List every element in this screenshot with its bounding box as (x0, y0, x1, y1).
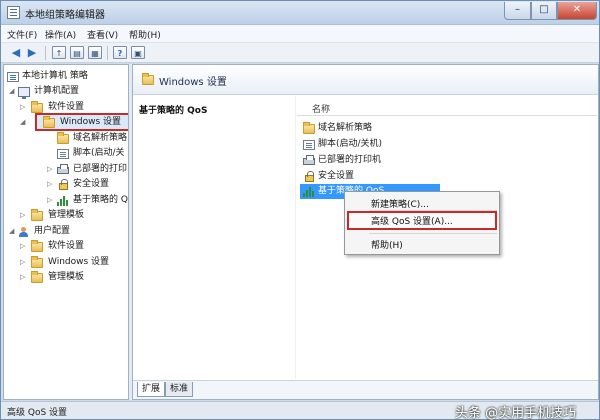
menu-separator (369, 233, 497, 234)
menu-item-advanced-qos[interactable]: 高级 QoS 设置(A)... (371, 214, 453, 227)
toolbar-separator (107, 46, 108, 60)
tree-item-dns-policy[interactable]: 域名解析策略 (7, 131, 127, 146)
folder-icon (43, 116, 55, 128)
folder-icon (57, 132, 69, 144)
folder-icon (31, 240, 43, 252)
tree-item-admin-templates[interactable]: ▷ 管理模板 (7, 208, 127, 223)
collapse-icon[interactable]: ◢ (20, 119, 27, 126)
folder-icon (31, 209, 43, 221)
folder-icon (142, 73, 154, 85)
tree-pane: 本地计算机 策略 ◢ 计算机配置 ▷ 软件设置 ◢ Windows 设置 域名解… (3, 64, 129, 400)
expand-icon[interactable]: ▷ (20, 274, 27, 281)
qos-chart-icon (303, 187, 315, 197)
tree-item-printers[interactable]: ▷ 已部署的打印 (7, 162, 127, 177)
folder-icon (303, 122, 315, 134)
toolbar: ◀ ▶ ↑ ▤ ▦ ? ▣ (1, 43, 599, 63)
expand-icon[interactable]: ▷ (47, 181, 54, 188)
status-text: 高级 QoS 设置 (7, 408, 68, 418)
menu-view[interactable]: 查看(V) (87, 28, 118, 41)
printer-icon (303, 155, 315, 165)
menu-item-new-policy[interactable]: 新建策略(C)... (371, 197, 429, 210)
up-folder-icon[interactable]: ↑ (52, 46, 66, 59)
script-icon (57, 149, 69, 159)
list-item-dns-policy[interactable]: 域名解析策略 (300, 121, 440, 136)
properties-icon[interactable]: ▣ (131, 46, 145, 59)
tree-item-security[interactable]: ▷ 安全设置 (7, 177, 127, 192)
tree-item-root[interactable]: 本地计算机 策略 (7, 69, 127, 84)
expand-icon[interactable]: ▷ (20, 243, 27, 250)
tab-standard[interactable]: 标准 (165, 382, 194, 397)
details-header: Windows 设置 (133, 65, 598, 95)
expand-icon[interactable]: ▷ (20, 259, 27, 266)
tab-extended[interactable]: 扩展 (137, 382, 166, 397)
close-button[interactable]: ✕ (557, 2, 597, 20)
collapse-icon[interactable]: ◢ (9, 88, 16, 95)
menu-file[interactable]: 文件(F) (7, 28, 37, 41)
folder-icon (31, 271, 43, 283)
tree-item-qos[interactable]: ▷ 基于策略的 Q (7, 193, 128, 208)
window-title: 本地组策略编辑器 (25, 10, 105, 21)
show-tree-icon[interactable]: ▤ (70, 46, 84, 59)
tree-item-user-config[interactable]: ◢ 用户配置 (7, 224, 127, 239)
app-icon (7, 6, 20, 19)
menu-bar: 文件(F) 操作(A) 查看(V) 帮助(H) (1, 25, 599, 43)
list-item-scripts[interactable]: 脚本(启动/关机) (300, 137, 440, 152)
expand-icon[interactable]: ▷ (47, 166, 54, 173)
list-item-security[interactable]: 安全设置 (300, 169, 440, 184)
script-icon (303, 140, 315, 150)
collapse-icon[interactable]: ◢ (9, 228, 16, 235)
divider (295, 96, 296, 379)
lock-icon (305, 171, 314, 182)
tree-item-user-admin[interactable]: ▷ 管理模板 (7, 270, 127, 285)
folder-icon (31, 256, 43, 268)
export-list-icon[interactable]: ▦ (88, 46, 102, 59)
expand-icon[interactable]: ▷ (20, 212, 27, 219)
tree-item-user-software[interactable]: ▷ 软件设置 (7, 239, 127, 254)
forward-arrow-icon[interactable]: ▶ (25, 46, 39, 59)
list-item-printers[interactable]: 已部署的打印机 (300, 153, 440, 168)
tree-item-windows-settings[interactable]: ◢ Windows 设置 (7, 115, 127, 130)
tree-item-computer-config[interactable]: ◢ 计算机配置 (7, 84, 127, 99)
expand-icon[interactable]: ▷ (20, 104, 27, 111)
menu-item-help[interactable]: 帮助(H) (371, 238, 403, 251)
watermark: 头条 @实用手机技巧 (455, 406, 577, 420)
printer-icon (57, 164, 69, 174)
expand-icon[interactable]: ▷ (47, 197, 54, 204)
qos-chart-icon (57, 196, 69, 206)
user-icon (18, 227, 30, 237)
lock-icon (59, 179, 68, 190)
folder-icon (31, 101, 43, 113)
view-tabs: 扩展 标准 (133, 380, 598, 399)
app-window: 本地组策略编辑器 – □ ✕ 文件(F) 操作(A) 查看(V) 帮助(H) ◀… (0, 0, 600, 420)
help-icon[interactable]: ? (113, 46, 127, 59)
title-bar: 本地组策略编辑器 – □ ✕ (1, 1, 599, 25)
minimize-button[interactable]: – (504, 2, 531, 20)
policy-title: 基于策略的 QoS (139, 106, 208, 116)
maximize-button[interactable]: □ (531, 2, 557, 20)
menu-help[interactable]: 帮助(H) (129, 28, 161, 41)
menu-action[interactable]: 操作(A) (45, 28, 76, 41)
back-arrow-icon[interactable]: ◀ (9, 46, 23, 59)
tree-item-user-windows[interactable]: ▷ Windows 设置 (7, 255, 127, 270)
status-bar: 高级 QoS 设置 头条 @实用手机技巧 (1, 401, 599, 420)
context-menu: 新建策略(C)... 高级 QoS 设置(A)... 帮助(H) (344, 191, 500, 255)
tree-item-scripts[interactable]: 脚本(启动/关 (7, 146, 127, 161)
column-header-name[interactable]: 名称 (297, 99, 597, 116)
computer-icon (18, 87, 30, 99)
policy-icon (7, 72, 19, 82)
toolbar-separator (45, 46, 46, 60)
details-header-title: Windows 设置 (159, 77, 227, 88)
